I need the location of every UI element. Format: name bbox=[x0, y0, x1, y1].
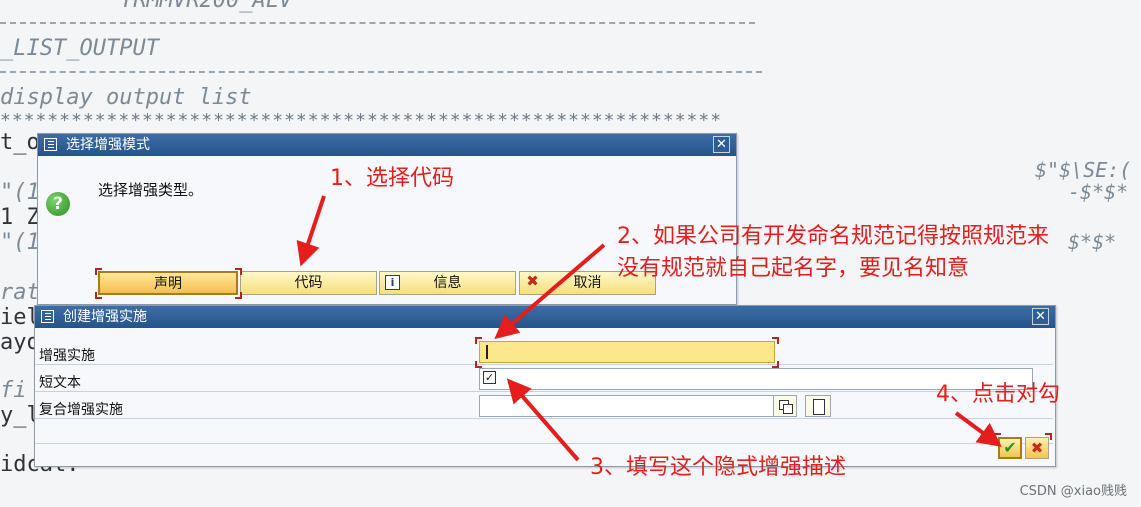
annotation-step4: 4、点击对勾 bbox=[936, 382, 1060, 407]
watermark: CSDN @xiao贱贱 bbox=[1019, 484, 1127, 499]
annotation-arrows bbox=[296, 195, 1002, 462]
annotation-step2-line1: 2、如果公司有开发命名规范记得按照规范来 bbox=[617, 224, 1049, 249]
annotation-step1: 1、选择代码 bbox=[330, 166, 454, 191]
annotation-step2-line2: 没有规范就自己起名字，要见名知意 bbox=[617, 256, 970, 281]
arrow-to-short-text-field bbox=[506, 378, 580, 462]
arrow-to-implementation-field bbox=[494, 243, 606, 340]
annotation-step3: 3、填写这个隐式增强描述 bbox=[590, 455, 846, 480]
arrow-to-confirm-button bbox=[954, 411, 1002, 447]
arrow-to-code-button bbox=[296, 195, 326, 267]
